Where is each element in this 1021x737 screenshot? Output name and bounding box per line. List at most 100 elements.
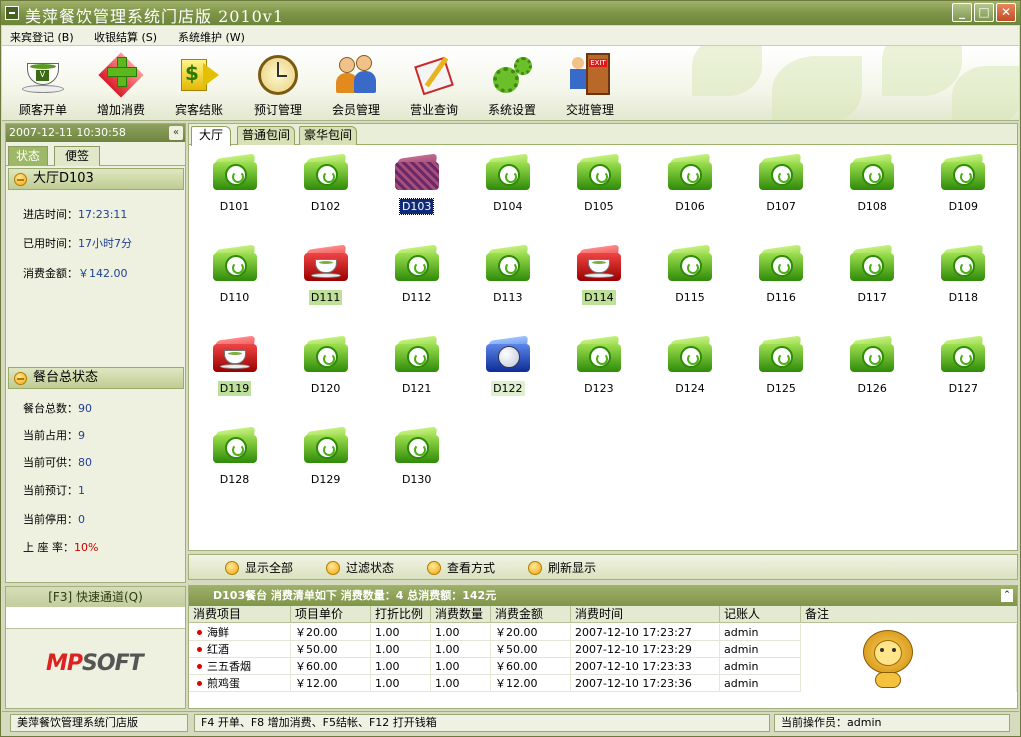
- tab-notes[interactable]: 便签: [54, 146, 100, 166]
- dining-table[interactable]: D115: [645, 237, 736, 327]
- table-label: D108: [857, 200, 887, 213]
- reserved-table-icon: [484, 330, 532, 376]
- dining-table[interactable]: D130: [371, 419, 462, 509]
- maximize-button[interactable]: □: [974, 3, 994, 22]
- detail-cell: 1.00: [371, 641, 431, 658]
- table-label: D114: [582, 290, 616, 305]
- detail-row[interactable]: 三五香烟 ￥60.00 1.00 1.00 ￥60.00 2007-12-10 17:23…: [189, 658, 1017, 675]
- col-time[interactable]: 消费时间: [571, 606, 720, 623]
- dining-table[interactable]: D110: [189, 237, 280, 327]
- detail-row[interactable]: 煎鸡蛋 ￥12.00 1.00 1.00 ￥12.00 2007-12-10 17:23:…: [189, 675, 1017, 692]
- tab-luxury-room[interactable]: 豪华包间: [299, 126, 357, 145]
- menu-checkin[interactable]: 来宾登记 (B): [10, 29, 74, 45]
- toolbar-checkout-button[interactable]: $ 宾客结账: [162, 50, 236, 118]
- title-bar[interactable]: 美萍餐饮管理系统门店版 2010v1 _ □ ✕: [1, 1, 1020, 26]
- view-mode-button[interactable]: 查看方式: [427, 559, 495, 577]
- app-icon[interactable]: [5, 6, 19, 20]
- dining-table[interactable]: D108: [827, 146, 918, 236]
- toolbar-reservation-button[interactable]: 预订管理: [241, 50, 315, 118]
- detail-row[interactable]: 海鲜 ￥20.00 1.00 1.00 ￥20.00 2007-12-10 17:23:2…: [189, 624, 1017, 641]
- tab-standard-room[interactable]: 普通包间: [237, 126, 295, 145]
- dining-table[interactable]: D113: [462, 237, 553, 327]
- detail-cell: 海鲜: [189, 624, 291, 641]
- menu-system[interactable]: 系统维护 (W): [178, 29, 245, 45]
- detail-cell: 2007-12-10 17:23:27: [571, 624, 720, 641]
- dining-table[interactable]: D128: [189, 419, 280, 509]
- status-operator: 当前操作员：admin: [774, 714, 1010, 732]
- table-section-header[interactable]: 大厅D103: [8, 168, 184, 190]
- menu-cashier[interactable]: 收银结算 (S): [94, 29, 157, 45]
- free-table-icon: [757, 148, 805, 194]
- dining-table[interactable]: D127: [918, 328, 1009, 418]
- table-label: D110: [219, 291, 250, 304]
- table-section-title: 大厅D103: [33, 171, 94, 186]
- free-table-icon: [848, 148, 896, 194]
- detail-cell: 三五香烟: [189, 658, 291, 675]
- dining-table[interactable]: D118: [918, 237, 1009, 327]
- dining-table[interactable]: D126: [827, 328, 918, 418]
- toolbar-settings-button[interactable]: 系统设置: [475, 50, 549, 118]
- dining-table[interactable]: D116: [736, 237, 827, 327]
- col-clerk[interactable]: 记账人: [720, 606, 801, 623]
- dining-table[interactable]: D123: [553, 328, 644, 418]
- refresh-button[interactable]: 刷新显示: [528, 559, 596, 577]
- filter-status-button[interactable]: 过滤状态: [326, 559, 394, 577]
- dining-table[interactable]: D119: [189, 328, 280, 418]
- table-label: D117: [857, 291, 887, 304]
- toolbar-members-button[interactable]: 会员管理: [319, 50, 393, 118]
- dining-table[interactable]: D101: [189, 146, 280, 236]
- detail-cell: 1.00: [431, 675, 491, 692]
- dining-table[interactable]: D117: [827, 237, 918, 327]
- free-table-icon: [484, 148, 532, 194]
- dining-table[interactable]: D114: [553, 237, 644, 327]
- dining-table[interactable]: D122: [462, 328, 553, 418]
- collapse-up-icon[interactable]: ⌃: [1001, 589, 1013, 602]
- dining-table[interactable]: D125: [736, 328, 827, 418]
- dining-table[interactable]: D109: [918, 146, 1009, 236]
- dining-table[interactable]: D106: [645, 146, 736, 236]
- dining-table[interactable]: D104: [462, 146, 553, 236]
- quick-channel-input[interactable]: [6, 607, 185, 629]
- field-occupied: 当前占用：9: [23, 429, 85, 442]
- filter-bar: 显示全部 过滤状态 查看方式 刷新显示: [188, 554, 1018, 580]
- dining-table[interactable]: D124: [645, 328, 736, 418]
- dining-table[interactable]: D112: [371, 237, 462, 327]
- detail-cell: ￥12.00: [491, 675, 571, 692]
- col-quantity[interactable]: 消费数量: [431, 606, 491, 623]
- detail-cell: 1.00: [371, 624, 431, 641]
- col-amount[interactable]: 消费金额: [491, 606, 571, 623]
- status-hint: F4 开单、F8 增加消费、F5结帐、F12 打开钱箱: [194, 714, 770, 732]
- tab-hall[interactable]: 大厅: [191, 126, 231, 146]
- detail-row[interactable]: 红酒 ￥50.00 1.00 1.00 ￥50.00 2007-12-10 17:23:2…: [189, 641, 1017, 658]
- toolbar-business-query-button[interactable]: 营业查询: [397, 50, 471, 118]
- dining-table[interactable]: D107: [736, 146, 827, 236]
- dining-table[interactable]: D103: [371, 146, 462, 236]
- col-unit-price[interactable]: 项目单价: [291, 606, 371, 623]
- tab-status[interactable]: 状态: [8, 146, 48, 166]
- free-table-icon: [302, 421, 350, 467]
- dining-table[interactable]: D129: [280, 419, 371, 509]
- col-discount[interactable]: 打折比例: [371, 606, 431, 623]
- members-icon: [334, 53, 378, 97]
- col-remark[interactable]: 备注: [801, 606, 1017, 623]
- toolbar-open-order-button[interactable]: V 顾客开单: [6, 50, 80, 118]
- toolbar-shift-button[interactable]: EXIT 交班管理: [553, 50, 627, 118]
- consumption-detail: D103餐台 消费清单如下 消费数量：4 总消费额：142元 ⌃ 消费项目 项目…: [188, 585, 1018, 709]
- col-item[interactable]: 消费项目: [189, 606, 291, 623]
- selected-table-icon: [393, 148, 441, 194]
- minimize-button[interactable]: _: [952, 3, 972, 22]
- dining-table[interactable]: D111: [280, 237, 371, 327]
- free-table-icon: [211, 148, 259, 194]
- show-all-button[interactable]: 显示全部: [225, 559, 293, 577]
- refresh-icon: [528, 561, 542, 575]
- dining-table[interactable]: D120: [280, 328, 371, 418]
- collapse-panel-button[interactable]: «: [169, 126, 183, 140]
- toolbar-add-consumption-label: 增加消费: [96, 103, 145, 117]
- toolbar-add-consumption-button[interactable]: 增加消费: [84, 50, 158, 118]
- dining-table[interactable]: D121: [371, 328, 462, 418]
- free-table-icon: [757, 239, 805, 285]
- close-button[interactable]: ✕: [996, 3, 1016, 22]
- summary-section-header[interactable]: 餐台总状态: [8, 367, 184, 389]
- dining-table[interactable]: D102: [280, 146, 371, 236]
- dining-table[interactable]: D105: [553, 146, 644, 236]
